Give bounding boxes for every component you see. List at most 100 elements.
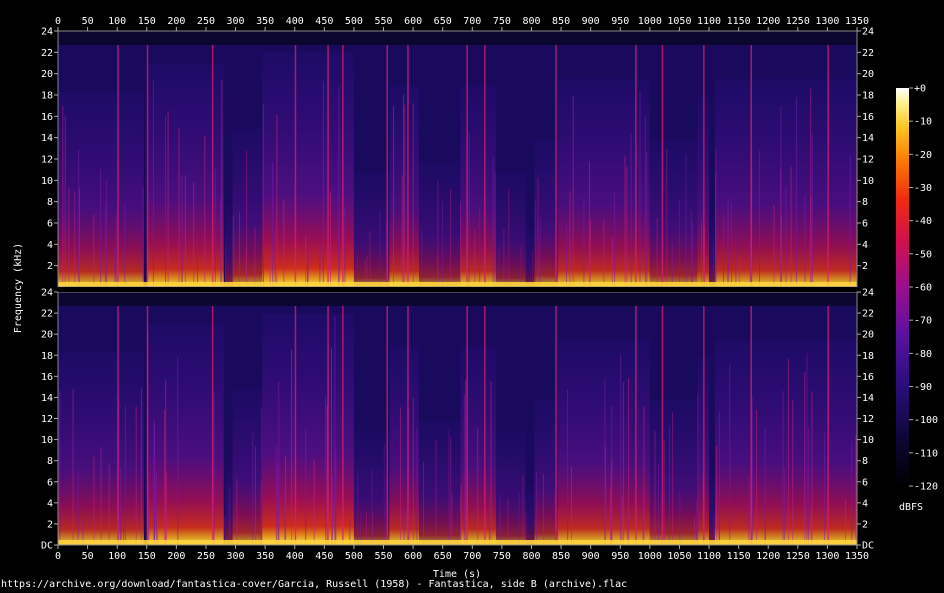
channel-divider xyxy=(58,287,857,292)
channel-1-transient xyxy=(661,45,664,287)
channel-1-streak xyxy=(785,186,787,287)
x-tick-label-top: 350 xyxy=(256,16,274,27)
x-tick-label-bottom: 1350 xyxy=(845,551,869,562)
y-tick-label-left: 14 xyxy=(41,393,53,404)
channel-2-streak xyxy=(153,423,155,545)
y-tick-label-left: 4 xyxy=(47,240,53,251)
channel-2-streak xyxy=(236,479,238,545)
y-tick-label-right: 16 xyxy=(862,372,874,383)
channel-1-transient xyxy=(703,45,705,287)
channel-1-streak xyxy=(442,201,443,287)
channel-1-transient xyxy=(386,45,388,287)
channel-2-transient xyxy=(294,306,297,545)
x-tick-label-top: 800 xyxy=(522,16,540,27)
channel-1-streak xyxy=(142,187,144,287)
channel-2-streak xyxy=(851,441,853,545)
x-tick-label-top: 400 xyxy=(286,16,304,27)
channel-2-streak xyxy=(261,407,263,545)
channel-2-transient xyxy=(661,306,664,545)
channel-1-streak xyxy=(401,175,403,287)
channel-1-streak xyxy=(666,148,668,287)
x-tick-label-bottom: 600 xyxy=(404,551,422,562)
channel-1-streak xyxy=(232,215,234,287)
channel-2-streak xyxy=(412,397,414,545)
channel-2-streak xyxy=(155,470,157,545)
channel-1-streak xyxy=(403,94,404,287)
channel-2-transient xyxy=(327,306,329,545)
channel-1-streak xyxy=(319,243,321,287)
colorbar-tick-label: -40 xyxy=(914,216,932,227)
y-tick-label-right: 8 xyxy=(862,197,868,208)
channel-2-streak xyxy=(383,443,385,545)
channel-1-streak xyxy=(68,187,70,287)
channel-2-streak xyxy=(604,377,606,545)
y-tick-label-left: 18 xyxy=(41,351,53,362)
x-tick-label-top: 1350 xyxy=(845,16,869,27)
channel-1-streak xyxy=(78,149,80,287)
x-tick-label-top: 950 xyxy=(611,16,629,27)
x-tick-label-top: 150 xyxy=(138,16,156,27)
channel-1-streak xyxy=(569,191,571,287)
channel-2-streak xyxy=(463,394,465,545)
channel-2-transient xyxy=(827,306,829,545)
channel-1-low-band xyxy=(58,282,857,287)
channel-2-segment xyxy=(525,485,535,545)
channel-1-streak xyxy=(572,96,574,287)
x-tick-label-top: 750 xyxy=(493,16,511,27)
channel-1-streak xyxy=(532,250,534,287)
x-tick-label-bottom: 300 xyxy=(227,551,245,562)
channel-1-streak xyxy=(338,86,340,287)
channel-2-streak xyxy=(729,364,731,545)
channel-1-streak xyxy=(723,215,724,287)
channel-2-streak xyxy=(229,487,231,545)
y-tick-label-left: 24 xyxy=(41,27,53,38)
channel-2-streak xyxy=(488,496,490,545)
colorbar-tick-label: -70 xyxy=(914,316,932,327)
channel-1-streak xyxy=(780,105,782,287)
channel-2-streak xyxy=(325,397,327,545)
channel-2-streak xyxy=(536,472,538,545)
channel-1-streak xyxy=(274,227,276,287)
channel-1-streak xyxy=(239,211,240,287)
x-tick-label-top: 1050 xyxy=(667,16,691,27)
channel-1-transient xyxy=(750,45,752,287)
channel-2-streak xyxy=(806,352,808,545)
channel-1-streak xyxy=(727,198,729,287)
channel-2-streak xyxy=(465,380,467,545)
channel-1-streak xyxy=(811,134,813,287)
channel-2-transient xyxy=(146,306,149,545)
channel-2-streak xyxy=(672,412,674,545)
channel-1-streak xyxy=(421,227,423,287)
channel-2-streak xyxy=(748,475,750,545)
channel-1-streak xyxy=(114,248,116,287)
channel-1-transient xyxy=(146,45,149,287)
channel-1-streak xyxy=(644,117,646,287)
y-tick-label-right: 18 xyxy=(862,91,874,102)
channel-1-streak xyxy=(588,161,590,287)
channel-1-streak xyxy=(283,200,285,287)
x-tick-label-bottom: 950 xyxy=(611,551,629,562)
x-tick-label-top: 500 xyxy=(345,16,363,27)
channel-2-streak xyxy=(855,434,857,545)
channel-1-transient xyxy=(555,45,557,287)
channel-2-streak xyxy=(643,406,645,545)
y-tick-label-right: 20 xyxy=(862,330,874,341)
channel-1-streak xyxy=(181,175,183,287)
channel-1-streak xyxy=(626,166,628,287)
channel-1-streak xyxy=(106,180,108,287)
channel-1-segment xyxy=(353,172,390,287)
channel-2-segment xyxy=(534,399,559,545)
channel-1-streak xyxy=(773,205,775,287)
y-tick-label-right: 24 xyxy=(862,288,874,299)
channel-1-streak xyxy=(93,214,95,287)
channel-1-streak xyxy=(849,154,851,287)
y-tick-label-right: 20 xyxy=(862,69,874,80)
channel-2-streak xyxy=(72,389,74,545)
channel-1-streak xyxy=(804,194,806,287)
y-tick-label-right: 4 xyxy=(862,498,868,509)
channel-1-streak xyxy=(700,222,702,287)
channel-2-streak xyxy=(448,430,450,545)
channel-2-streak xyxy=(679,490,681,545)
channel-2-streak xyxy=(135,406,137,545)
channel-1-streak xyxy=(115,214,117,287)
